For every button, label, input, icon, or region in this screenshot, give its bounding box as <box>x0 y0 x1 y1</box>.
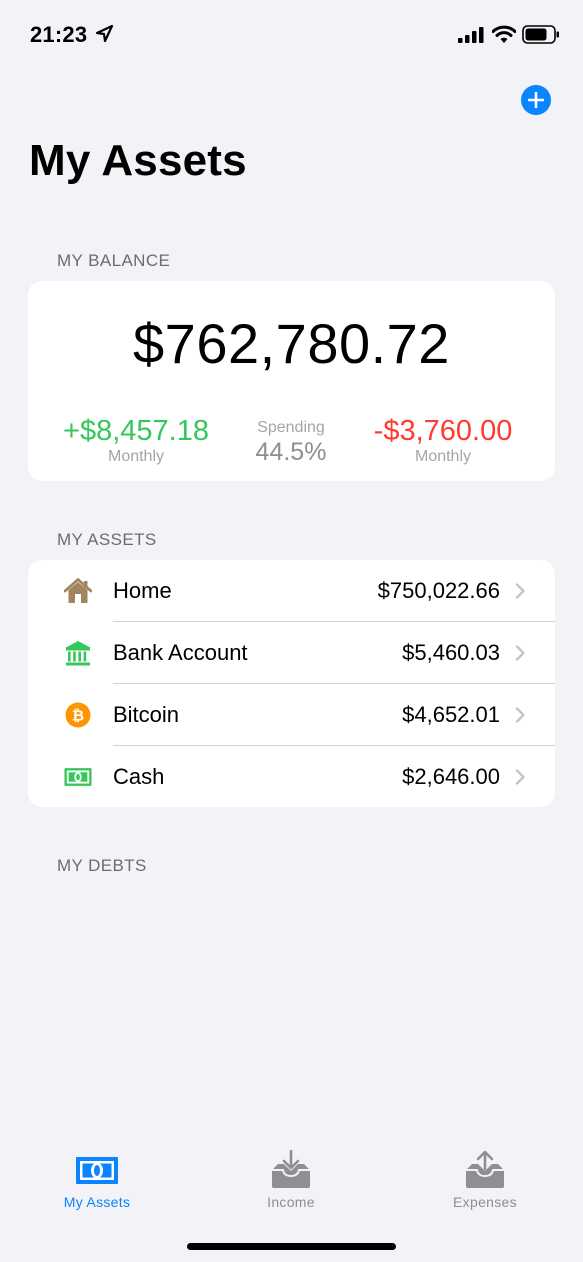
assets-list: Home $750,022.66 Bank Account $5,460.03 <box>28 560 555 807</box>
status-bar: 21:23 <box>0 0 583 70</box>
chevron-right-icon <box>515 707 525 723</box>
cellular-signal-icon <box>458 27 484 43</box>
spending-value: 44.5% <box>255 438 327 466</box>
debts-section-header: MY DEBTS <box>57 856 147 875</box>
balance-card: $762,780.72 +$8,457.18 Monthly Spending … <box>28 281 555 481</box>
house-icon <box>64 577 92 605</box>
tab-label: Expenses <box>453 1194 517 1210</box>
wifi-icon <box>492 25 516 43</box>
tab-label: Income <box>267 1194 315 1210</box>
asset-label: Home <box>113 578 172 603</box>
chevron-right-icon <box>515 769 525 785</box>
banknote-icon <box>76 1157 118 1184</box>
asset-value: $5,460.03 <box>402 640 500 665</box>
expenses-value: -$3,760.00 <box>373 415 513 447</box>
tab-income[interactable]: Income <box>221 1150 361 1210</box>
asset-label: Bank Account <box>113 640 248 665</box>
asset-value: $2,646.00 <box>402 764 500 789</box>
spending-ratio: Spending 44.5% <box>240 419 342 467</box>
asset-row-cash[interactable]: Cash $2,646.00 <box>28 746 555 808</box>
asset-label: Bitcoin <box>113 702 180 727</box>
tab-my-assets[interactable]: My Assets <box>27 1150 167 1210</box>
status-time: 21:23 <box>30 22 88 47</box>
asset-row-home[interactable]: Home $750,022.66 <box>28 560 555 622</box>
bitcoin-icon: ₿ <box>64 701 92 729</box>
plus-icon <box>528 92 544 108</box>
home-indicator <box>187 1243 396 1250</box>
asset-row-bank-account[interactable]: Bank Account $5,460.03 <box>28 622 555 684</box>
asset-value: $4,652.01 <box>402 702 500 727</box>
balance-section-header: MY BALANCE <box>57 251 171 270</box>
expenses-caption: Monthly <box>414 448 472 465</box>
monthly-income: +$8,457.18 Monthly <box>44 414 228 466</box>
battery-icon <box>522 25 559 44</box>
page-title: My Assets <box>29 136 247 185</box>
cash-icon <box>64 763 92 791</box>
chevron-right-icon <box>515 583 525 599</box>
asset-row-bitcoin[interactable]: ₿ Bitcoin $4,652.01 <box>28 684 555 746</box>
add-button[interactable] <box>521 85 551 115</box>
monthly-expenses: -$3,760.00 Monthly <box>350 414 536 466</box>
asset-value: $750,022.66 <box>377 578 500 603</box>
bank-icon <box>64 639 92 667</box>
tab-expenses[interactable]: Expenses <box>415 1150 555 1210</box>
balance-total: $762,780.72 <box>133 312 450 375</box>
location-arrow-icon <box>95 24 114 43</box>
asset-label: Cash <box>113 764 165 789</box>
tab-label: My Assets <box>63 1194 131 1210</box>
svg-text:₿: ₿ <box>72 707 84 725</box>
income-caption: Monthly <box>107 448 165 465</box>
tray-download-icon <box>272 1150 310 1188</box>
assets-section-header: MY ASSETS <box>57 530 157 549</box>
chevron-right-icon <box>515 645 525 661</box>
tray-upload-icon <box>466 1150 504 1188</box>
income-value: +$8,457.18 <box>63 415 209 447</box>
spending-label: Spending <box>257 419 325 436</box>
